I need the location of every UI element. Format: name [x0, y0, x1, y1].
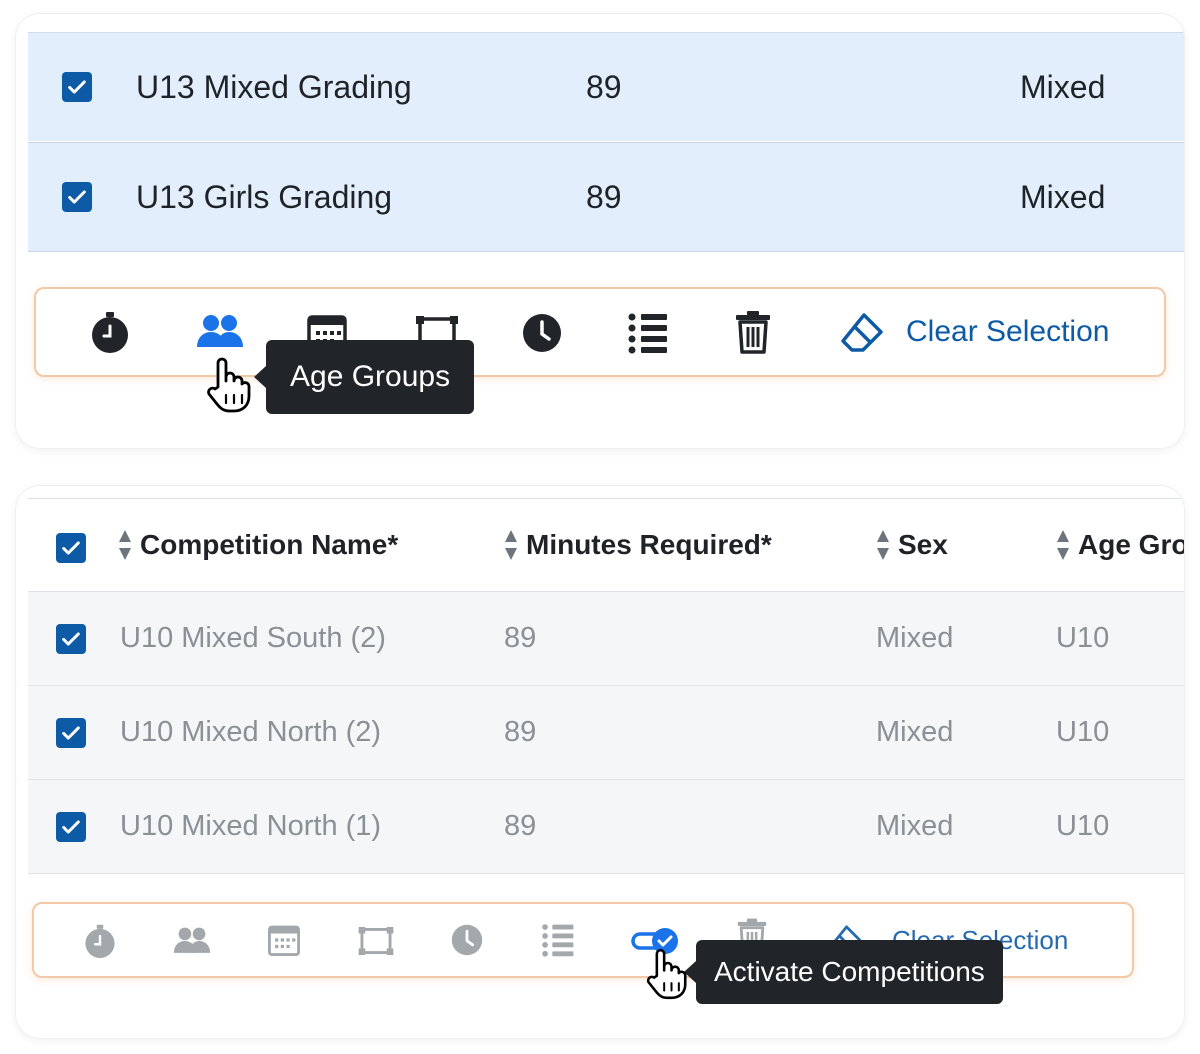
table-row[interactable]: U10 Mixed North (1) 89 Mixed U10	[28, 780, 1184, 874]
check-icon	[62, 632, 80, 646]
column-header-minutes-required[interactable]: Minutes Required*	[504, 499, 772, 591]
list-icon[interactable]	[540, 922, 576, 958]
row-checkbox[interactable]	[62, 72, 92, 102]
stopwatch-icon[interactable]	[82, 922, 118, 960]
sex: Mixed	[876, 716, 954, 748]
competition-name: U13 Mixed Grading	[136, 69, 412, 105]
column-label: Competition Name*	[140, 529, 399, 560]
age-groups-icon[interactable]	[172, 924, 212, 958]
minutes-required: 89	[504, 716, 537, 748]
competition-name: U10 Mixed North (2)	[120, 716, 382, 748]
table-row[interactable]: U13 Girls Grading 89 Mixed	[28, 142, 1184, 252]
table-header: Competition Name* Minutes Required* Sex …	[28, 498, 1184, 593]
age-groups-icon[interactable]	[196, 312, 244, 352]
table-row[interactable]: U13 Mixed Grading 89 Mixed	[28, 32, 1184, 141]
competition-name: U13 Girls Grading	[136, 179, 393, 215]
stopwatch-icon[interactable]	[88, 310, 132, 354]
row-checkbox[interactable]	[56, 718, 86, 748]
sex: Mixed	[876, 810, 954, 842]
sort-icon	[877, 530, 889, 560]
competition-name: U10 Mixed South (2)	[120, 622, 386, 654]
minutes-required: 89	[586, 69, 622, 105]
list-icon[interactable]	[626, 311, 670, 355]
eraser-icon	[841, 313, 883, 352]
row-checkbox[interactable]	[62, 182, 92, 212]
column-label: Age Gro	[1078, 529, 1184, 560]
table-row[interactable]: U10 Mixed South (2) 89 Mixed U10	[28, 592, 1184, 686]
clock-icon[interactable]	[522, 313, 562, 353]
column-header-age-group[interactable]: Age Gro	[1056, 499, 1184, 591]
age-group: U10	[1056, 716, 1110, 748]
court-icon[interactable]	[356, 924, 396, 958]
clear-selection-label: Clear Selection	[906, 315, 1110, 348]
check-icon	[68, 190, 86, 204]
clear-selection-button[interactable]: Clear Selection	[840, 310, 1109, 354]
hand-pointer-icon	[207, 357, 251, 413]
column-header-competition-name[interactable]: Competition Name*	[118, 499, 398, 591]
tooltip-text: Age Groups	[290, 360, 451, 393]
table-row[interactable]: U10 Mixed North (2) 89 Mixed U10	[28, 686, 1184, 780]
tooltip-text: Activate Competitions	[714, 956, 985, 987]
minutes-required: 89	[504, 810, 537, 842]
sex: Mixed	[1020, 69, 1106, 105]
column-label: Minutes Required*	[526, 529, 772, 560]
check-icon	[62, 541, 80, 555]
row-checkbox[interactable]	[56, 624, 86, 654]
check-icon	[62, 726, 80, 740]
sort-icon	[1057, 530, 1069, 560]
column-header-sex[interactable]: Sex	[876, 499, 948, 591]
select-all-checkbox[interactable]	[56, 533, 86, 563]
sort-icon	[505, 530, 517, 560]
row-checkbox[interactable]	[56, 812, 86, 842]
calendar-icon[interactable]	[266, 922, 302, 958]
clock-icon[interactable]	[450, 923, 484, 957]
sort-icon	[119, 530, 131, 560]
tooltip: Age Groups	[253, 340, 475, 414]
check-icon	[62, 820, 80, 834]
tooltip: Activate Competitions	[684, 940, 1003, 1004]
check-icon	[68, 80, 86, 94]
selection-panel-top: U13 Mixed Grading 89 Mixed U13 Girls Gra…	[16, 14, 1184, 448]
trash-icon[interactable]	[734, 309, 772, 355]
minutes-required: 89	[504, 622, 537, 654]
minutes-required: 89	[586, 179, 622, 215]
competitions-table-panel: Competition Name* Minutes Required* Sex …	[16, 486, 1184, 1038]
age-group: U10	[1056, 622, 1110, 654]
column-label: Sex	[898, 529, 948, 560]
hand-pointer-icon	[646, 948, 687, 1000]
age-group: U10	[1056, 810, 1110, 842]
sex: Mixed	[876, 622, 954, 654]
competition-name: U10 Mixed North (1)	[120, 810, 382, 842]
sex: Mixed	[1020, 179, 1106, 215]
